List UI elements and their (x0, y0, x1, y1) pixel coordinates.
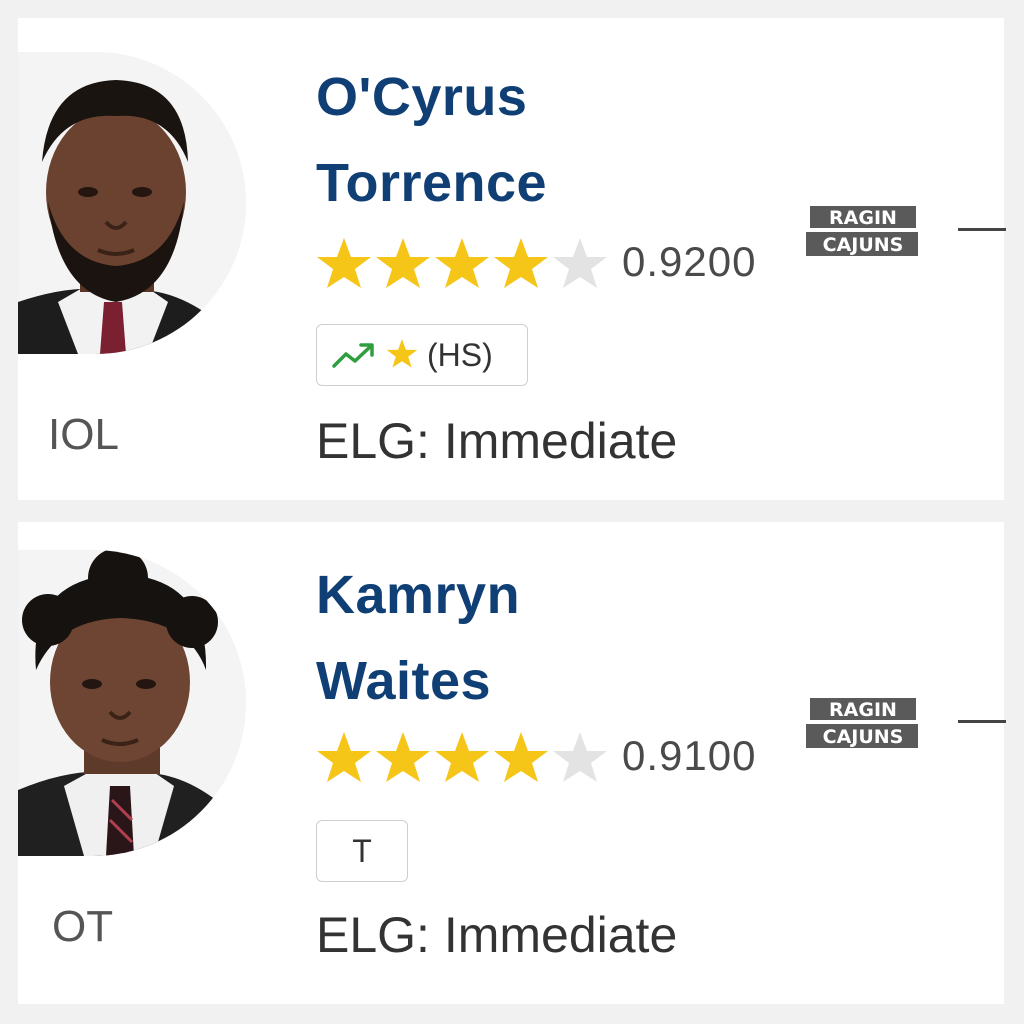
player-rating: 0.9200 (622, 238, 757, 285)
badge-label: T (352, 832, 372, 869)
divider-dash (958, 720, 1006, 723)
transfer-badge[interactable]: (HS) (316, 324, 528, 386)
star-rating (314, 236, 614, 296)
star-empty-icon (553, 732, 607, 782)
player-name-link[interactable]: O'Cyrus Torrence (316, 54, 547, 226)
team-logo-line2: CAJUNS (823, 234, 904, 256)
transfer-badge[interactable]: T (316, 820, 408, 882)
team-logo-line1: RAGIN (829, 699, 897, 721)
team-logo[interactable]: RAGIN CAJUNS (804, 694, 922, 752)
star-icon (494, 732, 548, 782)
star-icon (385, 338, 419, 372)
eligibility: ELG: Immediate (316, 413, 678, 469)
eligibility: ELG: Immediate (316, 907, 678, 963)
player-first-name: O'Cyrus (316, 67, 528, 127)
star-icon (435, 732, 489, 782)
player-rating: 0.9100 (622, 732, 757, 779)
player-avatar (18, 52, 246, 354)
team-logo[interactable]: RAGIN CAJUNS (804, 202, 922, 260)
star-rating (314, 730, 614, 790)
star-icon (317, 238, 371, 288)
star-empty-icon (553, 238, 607, 288)
player-position: IOL (48, 410, 119, 459)
player-card[interactable]: IOL O'Cyrus Torrence 0.9200 (HS) ELG: Im… (18, 18, 1006, 500)
star-icon (376, 238, 430, 288)
star-icon (317, 732, 371, 782)
star-icon (494, 238, 548, 288)
team-logo-line2: CAJUNS (823, 726, 904, 748)
divider-dash (958, 228, 1006, 231)
player-avatar (18, 550, 246, 856)
star-icon (435, 238, 489, 288)
player-last-name: Waites (316, 651, 492, 711)
player-card[interactable]: OT Kamryn Waites 0.9100 T ELG: Immediate… (18, 522, 1006, 1004)
player-last-name: Torrence (316, 153, 548, 213)
team-logo-line1: RAGIN (829, 207, 897, 229)
trending-up-icon (331, 340, 377, 370)
star-icon (376, 732, 430, 782)
player-name-link[interactable]: Kamryn Waites (316, 552, 520, 724)
player-first-name: Kamryn (316, 565, 521, 625)
player-position: OT (52, 902, 114, 951)
badge-label: (HS) (427, 336, 493, 373)
